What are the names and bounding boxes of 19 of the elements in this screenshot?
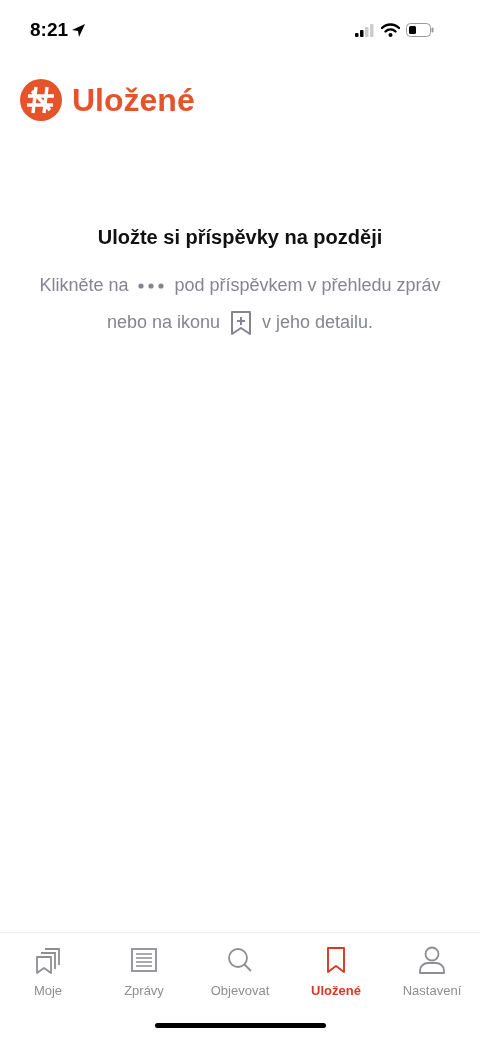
instruction-text: v jeho detailu. bbox=[262, 311, 374, 334]
location-arrow-icon bbox=[71, 22, 87, 38]
instruction-text: pod příspěvkem v přehledu zpráv bbox=[174, 274, 441, 297]
status-time: 8:21 bbox=[30, 17, 69, 42]
tab[interactable]: Nastavení bbox=[384, 943, 480, 1001]
empty-state-heading: Uložte si příspěvky na později bbox=[97, 225, 383, 250]
bookmark-plus-icon bbox=[230, 309, 252, 336]
page-title: Uložené bbox=[72, 81, 195, 120]
battery-icon bbox=[406, 23, 434, 37]
tab[interactable]: Objevovat bbox=[192, 943, 288, 1001]
instruction-text: nebo na ikonu bbox=[106, 311, 220, 334]
tab[interactable]: Zprávy bbox=[96, 943, 192, 1001]
logo-icon bbox=[20, 79, 62, 121]
wifi-icon bbox=[381, 23, 400, 37]
tab[interactable]: Uložené bbox=[288, 943, 384, 1001]
signal-icon bbox=[355, 23, 375, 37]
tab[interactable]: Moje bbox=[0, 943, 96, 1001]
instruction-text: Klikněte na bbox=[39, 274, 129, 297]
more-dots-icon bbox=[138, 282, 165, 289]
